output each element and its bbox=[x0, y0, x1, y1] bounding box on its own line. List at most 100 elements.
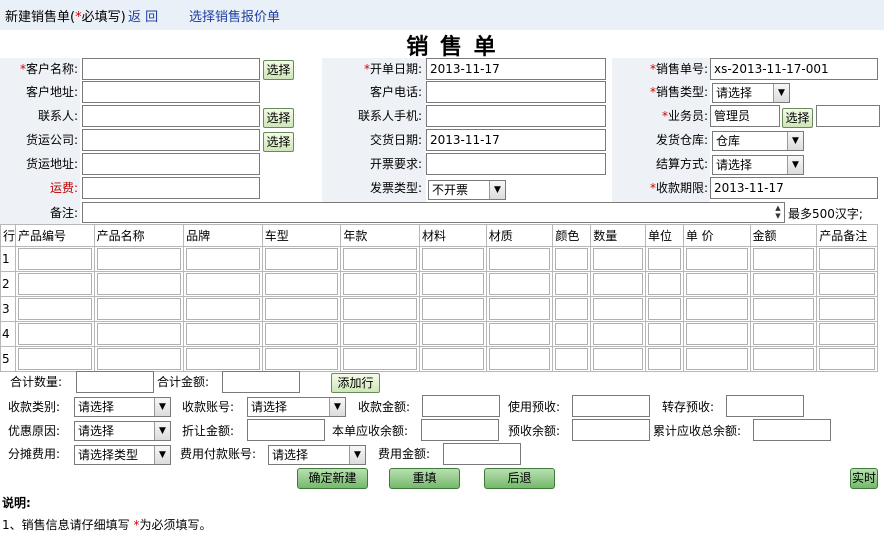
cell-input[interactable] bbox=[488, 248, 551, 270]
discount-reason-select[interactable]: 请选择 ▼ bbox=[74, 421, 171, 441]
cell-input[interactable] bbox=[488, 298, 551, 320]
cell-input[interactable] bbox=[752, 298, 815, 320]
order-date-input[interactable]: 2013-11-17 bbox=[426, 58, 606, 80]
cell-input[interactable] bbox=[96, 348, 182, 370]
cell-input[interactable] bbox=[593, 273, 643, 295]
select-salesman-button[interactable]: 选择 bbox=[782, 108, 813, 128]
cell-input[interactable] bbox=[264, 298, 339, 320]
cell-input[interactable] bbox=[752, 323, 815, 345]
salesman-extra-input[interactable] bbox=[816, 105, 880, 127]
receipt-type-select[interactable]: 请选择 ▼ bbox=[74, 397, 171, 417]
cell-input[interactable] bbox=[555, 348, 589, 370]
invoice-req-input[interactable] bbox=[426, 153, 606, 175]
cell-input[interactable] bbox=[819, 273, 875, 295]
prepay-balance-input[interactable] bbox=[572, 419, 650, 441]
cost-amount-input[interactable] bbox=[443, 443, 521, 465]
due-date-input[interactable]: 2013-11-17 bbox=[710, 177, 878, 199]
cell-input[interactable] bbox=[647, 248, 681, 270]
cell-input[interactable] bbox=[18, 273, 92, 295]
cell-input[interactable] bbox=[685, 298, 748, 320]
cell-input[interactable] bbox=[422, 323, 484, 345]
cell-input[interactable] bbox=[555, 248, 589, 270]
cell-input[interactable] bbox=[422, 273, 484, 295]
back-button[interactable]: 后退 bbox=[484, 468, 555, 489]
cell-input[interactable] bbox=[555, 323, 589, 345]
invoice-type-select[interactable]: 不开票 ▼ bbox=[428, 180, 506, 200]
settlement-select[interactable]: 请选择 ▼ bbox=[712, 155, 804, 175]
cell-input[interactable] bbox=[422, 298, 484, 320]
cell-input[interactable] bbox=[343, 348, 417, 370]
salesman-input[interactable]: 管理员 bbox=[710, 105, 780, 127]
cell-input[interactable] bbox=[18, 248, 92, 270]
delivery-date-input[interactable]: 2013-11-17 bbox=[426, 129, 606, 151]
confirm-create-button[interactable]: 确定新建 bbox=[297, 468, 368, 489]
contact-input[interactable] bbox=[82, 105, 260, 127]
cell-input[interactable] bbox=[186, 273, 260, 295]
cell-input[interactable] bbox=[752, 273, 815, 295]
freight-input[interactable] bbox=[82, 177, 260, 199]
cell-input[interactable] bbox=[96, 273, 182, 295]
cell-input[interactable] bbox=[264, 348, 339, 370]
contact-mobile-input[interactable] bbox=[426, 105, 606, 127]
cell-input[interactable] bbox=[647, 348, 681, 370]
cell-input[interactable] bbox=[819, 323, 875, 345]
cell-input[interactable] bbox=[647, 273, 681, 295]
total-receivable-input[interactable] bbox=[753, 419, 831, 441]
cell-input[interactable] bbox=[488, 348, 551, 370]
select-contact-button[interactable]: 选择 bbox=[263, 108, 294, 128]
cell-input[interactable] bbox=[488, 323, 551, 345]
cell-input[interactable] bbox=[343, 248, 417, 270]
shipping-company-input[interactable] bbox=[82, 129, 260, 151]
cell-input[interactable] bbox=[647, 323, 681, 345]
cell-input[interactable] bbox=[18, 298, 92, 320]
reset-button[interactable]: 重填 bbox=[389, 468, 460, 489]
cell-input[interactable] bbox=[264, 323, 339, 345]
cell-input[interactable] bbox=[819, 298, 875, 320]
discount-amount-input[interactable] bbox=[247, 419, 325, 441]
cell-input[interactable] bbox=[186, 348, 260, 370]
cell-input[interactable] bbox=[685, 273, 748, 295]
cell-input[interactable] bbox=[555, 298, 589, 320]
cell-input[interactable] bbox=[685, 248, 748, 270]
cell-input[interactable] bbox=[186, 298, 260, 320]
total-qty-input[interactable] bbox=[76, 371, 154, 393]
select-quote-link[interactable]: 选择销售报价单 bbox=[189, 6, 280, 25]
cell-input[interactable] bbox=[593, 323, 643, 345]
cell-input[interactable] bbox=[593, 348, 643, 370]
cell-input[interactable] bbox=[422, 248, 484, 270]
select-customer-button[interactable]: 选择 bbox=[263, 60, 294, 80]
note-textarea[interactable] bbox=[82, 202, 785, 223]
cell-input[interactable] bbox=[186, 323, 260, 345]
cell-input[interactable] bbox=[488, 273, 551, 295]
account-select[interactable]: 请选择 ▼ bbox=[247, 397, 346, 417]
shipping-address-input[interactable] bbox=[82, 153, 260, 175]
cell-input[interactable] bbox=[264, 273, 339, 295]
transfer-prepay-input[interactable] bbox=[726, 395, 804, 417]
cell-input[interactable] bbox=[18, 323, 92, 345]
sales-type-select[interactable]: 请选择 ▼ bbox=[712, 83, 790, 103]
cell-input[interactable] bbox=[18, 348, 92, 370]
warehouse-select[interactable]: 仓库 ▼ bbox=[712, 131, 804, 151]
cell-input[interactable] bbox=[685, 323, 748, 345]
cell-input[interactable] bbox=[593, 248, 643, 270]
cost-account-select[interactable]: 请选择 ▼ bbox=[268, 445, 366, 465]
use-prepay-input[interactable] bbox=[572, 395, 650, 417]
cell-input[interactable] bbox=[685, 348, 748, 370]
cell-input[interactable] bbox=[752, 248, 815, 270]
cell-input[interactable] bbox=[96, 323, 182, 345]
customer-phone-input[interactable] bbox=[426, 81, 606, 103]
cell-input[interactable] bbox=[819, 248, 875, 270]
cell-input[interactable] bbox=[647, 298, 681, 320]
realtime-button[interactable]: 实时 bbox=[850, 468, 878, 489]
cell-input[interactable] bbox=[186, 248, 260, 270]
cell-input[interactable] bbox=[343, 323, 417, 345]
cell-input[interactable] bbox=[752, 348, 815, 370]
customer-address-input[interactable] bbox=[82, 81, 260, 103]
cell-input[interactable] bbox=[819, 348, 875, 370]
sales-no-input[interactable]: xs-2013-11-17-001 bbox=[710, 58, 878, 80]
share-cost-select[interactable]: 请选择类型 ▼ bbox=[74, 445, 171, 465]
customer-name-input[interactable] bbox=[82, 58, 260, 80]
select-shipping-button[interactable]: 选择 bbox=[263, 132, 294, 152]
add-row-button[interactable]: 添加行 bbox=[331, 373, 380, 393]
note-scroll-stepper[interactable]: ▲ ▼ bbox=[772, 204, 784, 222]
